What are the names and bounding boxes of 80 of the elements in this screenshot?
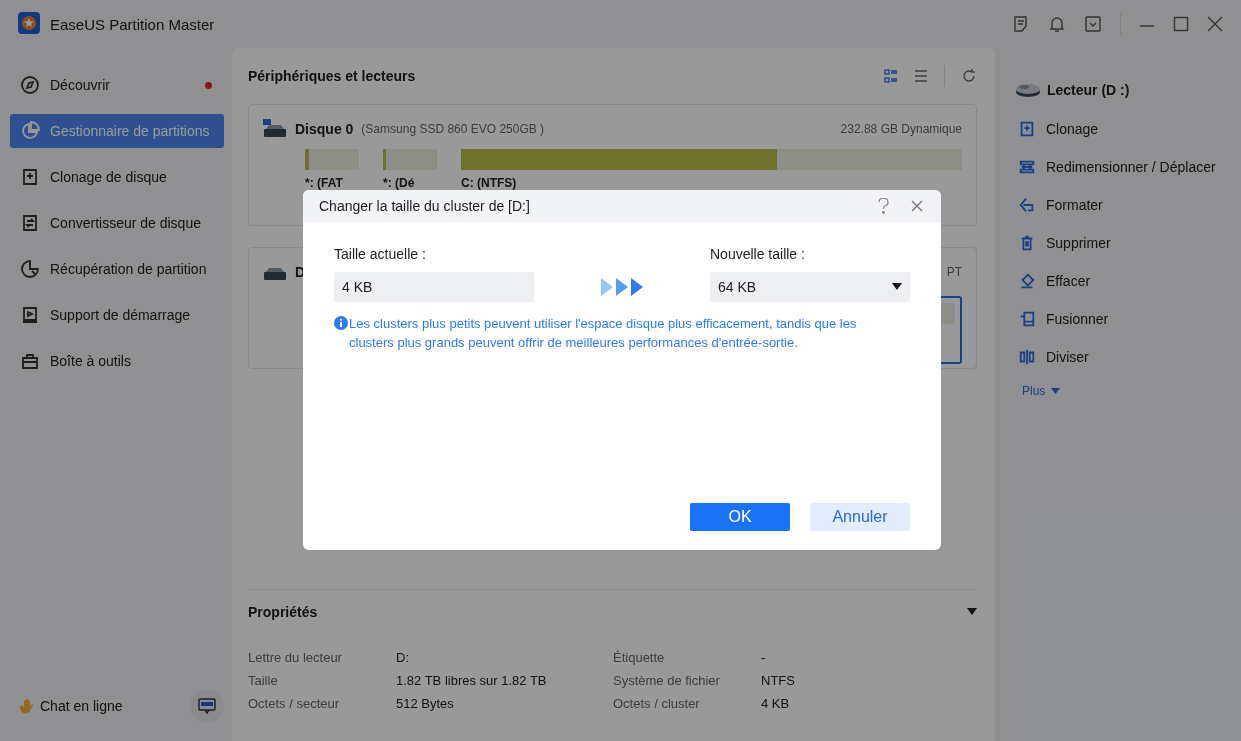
partition-label: *: (Dé <box>383 176 416 190</box>
partition-label: C: (NTFS) <box>461 176 518 190</box>
action-item[interactable]: Formater <box>1015 186 1227 224</box>
resize-icon <box>1018 158 1036 176</box>
current-size-field: 4 KB <box>334 272 534 302</box>
disk-icon <box>263 119 287 139</box>
drive-title: Lecteur (D :) <box>1047 82 1130 98</box>
disk-name: Disque 0 <box>295 121 354 137</box>
play-screen-icon <box>20 305 40 325</box>
property-label: Lettre du lecteur <box>248 650 343 665</box>
chat-icon <box>197 696 217 716</box>
disk-info: 232.88 GB Dynamique <box>840 122 962 136</box>
partition-label: *: (FAT <box>305 176 344 190</box>
compass-icon <box>20 75 40 95</box>
info-icon <box>334 316 348 330</box>
maximize-icon[interactable] <box>1173 16 1189 32</box>
grid-view-icon[interactable] <box>884 69 898 83</box>
close-icon[interactable] <box>911 200 923 212</box>
app-logo-icon <box>18 11 40 37</box>
partition-block[interactable]: *: (Dé <box>383 149 437 190</box>
drive-icon <box>1015 81 1041 99</box>
action-item[interactable]: Supprimer <box>1015 224 1227 262</box>
arrows-icon <box>20 213 40 233</box>
caret-icon <box>1051 387 1061 395</box>
property-label: Étiquette <box>613 650 666 665</box>
caret-icon <box>892 283 902 291</box>
property-value: NTFS <box>761 673 796 688</box>
refresh-icon[interactable] <box>961 68 977 84</box>
action-item[interactable]: Fusionner <box>1015 300 1227 338</box>
notes-icon[interactable] <box>1012 15 1030 33</box>
property-value: 512 Bytes <box>396 696 455 711</box>
properties-title: Propriétés <box>248 604 318 620</box>
sidebar-item[interactable]: Découvrir <box>10 68 224 102</box>
dialog-title: Changer la taille du cluster de [D:] <box>319 198 530 214</box>
app-title: EaseUS Partition Master <box>50 15 215 33</box>
property-label: Système de fichier <box>613 673 721 688</box>
close-icon[interactable] <box>1207 16 1223 32</box>
more-dropdown[interactable]: Plus <box>1015 376 1061 406</box>
help-icon[interactable] <box>878 198 889 214</box>
property-value: D: <box>396 650 410 665</box>
property-label: Octets / secteur <box>248 696 341 711</box>
field-label: Taille actuelle : <box>334 246 427 262</box>
action-item[interactable]: Redimensionner / Déplacer <box>1015 148 1227 186</box>
cancel-button[interactable]: Annuler <box>810 503 910 531</box>
sidebar-item[interactable]: Récupération de partition <box>10 252 224 286</box>
pie-chart-icon <box>20 121 40 141</box>
property-value: - <box>761 650 767 665</box>
list-view-icon[interactable] <box>914 69 928 83</box>
property-label: Octets / cluster <box>613 696 701 711</box>
chat-link[interactable]: Chat en ligne <box>40 698 123 714</box>
pie-arrow-icon <box>20 259 40 279</box>
waving-hand-icon <box>18 697 36 715</box>
section-title: Périphériques et lecteurs <box>248 68 416 84</box>
property-label: Taille <box>248 673 279 688</box>
disk-model: (Samsung SSD 860 EVO 250GB ) <box>361 122 545 136</box>
partition-block[interactable]: *: (FAT <box>305 149 359 190</box>
sidebar-item[interactable]: Boîte à outils <box>10 344 224 378</box>
action-item[interactable]: Effacer <box>1015 262 1227 300</box>
action-item[interactable]: Diviser <box>1015 338 1227 376</box>
download-box-icon[interactable] <box>1084 15 1102 33</box>
toolbox-icon <box>20 351 40 371</box>
sidebar-item[interactable]: Clonage de disque <box>10 160 224 194</box>
info-text: Les clusters plus petits peuvent utiliser l'espace disque plus efficacement, tandis que les clusters plus grands peuvent offrir de meilleures performances d'entrée-sortie. <box>349 315 858 352</box>
triple-arrow-icon <box>601 277 643 297</box>
partition-block[interactable]: C: (NTFS) <box>461 149 962 190</box>
split-icon <box>1018 348 1036 366</box>
chat-button[interactable] <box>190 689 224 723</box>
squares-icon <box>1018 310 1036 328</box>
sidebar-item[interactable]: Convertisseur de disque <box>10 206 224 240</box>
arrow-icon <box>1018 196 1036 214</box>
property-value: 4 KB <box>761 696 791 711</box>
new-size-dropdown[interactable]: 64 KB <box>710 272 910 302</box>
sidebar-item[interactable]: Support de démarrage <box>10 298 224 332</box>
property-value: 1.82 TB libres sur 1.82 TB <box>396 673 548 688</box>
ok-button[interactable]: OK <box>690 503 790 531</box>
action-item[interactable]: Clonage <box>1015 110 1227 148</box>
disk-info: PT <box>946 265 962 279</box>
bell-icon[interactable] <box>1048 15 1066 33</box>
field-label: Nouvelle taille : <box>710 246 806 262</box>
collapse-caret-icon[interactable] <box>967 608 977 616</box>
